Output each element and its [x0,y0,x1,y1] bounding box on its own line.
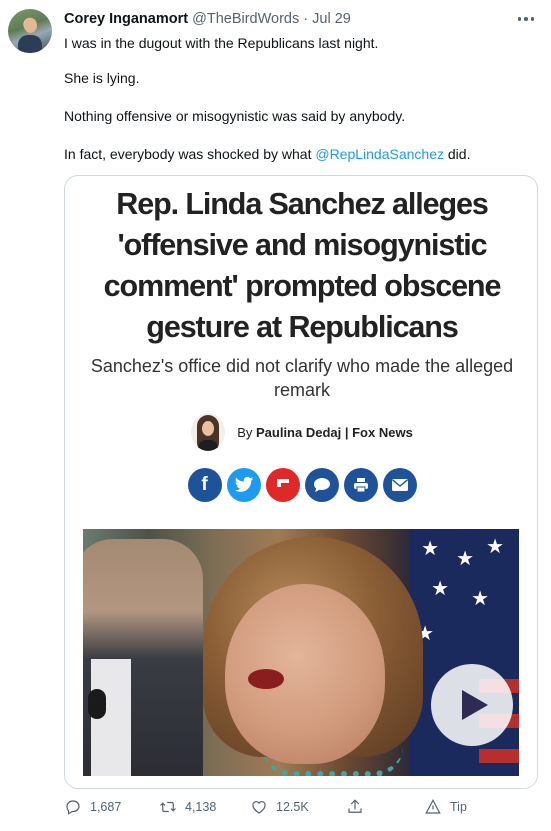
star-icon: ★ [456,548,474,570]
star-icon: ★ [431,578,449,600]
author-handle[interactable]: @TheBirdWords [192,11,299,27]
article-byline: By Paulina Dedaj | Fox News [65,412,537,452]
byline-text: By Paulina Dedaj | Fox News [237,425,413,440]
tweet-text-line-1: I was in the dugout with the Republicans… [64,35,379,51]
retweet-button[interactable]: 4,138 [159,798,216,816]
flag-stripe [479,749,519,763]
reply-count: 1,687 [90,800,122,814]
flipboard-icon [265,468,300,502]
share-icon [348,799,362,813]
byline-prefix: By [237,424,256,440]
facebook-glyph: f [201,474,208,495]
facebook-icon: f [187,468,222,502]
headline-line: Rep. Linda Sanchez alleges [116,187,489,221]
avatar-head [24,18,37,33]
star-icon: ★ [486,536,504,558]
photo-subject-mouth [248,669,284,689]
email-icon [382,468,417,502]
mention-link[interactable]: @RepLindaSanchez [315,146,444,162]
tip-label: Tip [450,800,467,814]
like-count: 12.5K [276,800,309,814]
play-button[interactable] [431,664,513,746]
tweet-text-suffix: did. [444,146,471,162]
header-separator: · [303,11,309,27]
article-video-thumbnail[interactable]: ★ ★ ★ ★ ★ ★ [83,529,519,776]
avatar-body [18,35,42,53]
tweet-text-prefix: In fact, everybody was shocked by what [64,146,316,162]
flipboard-glyph [276,479,289,487]
reply-icon [66,800,80,815]
tweet-text-line-3: Nothing offensive or misogynistic was sa… [64,108,406,124]
more-dot-icon [524,17,528,21]
share-button[interactable] [346,798,364,816]
play-icon [462,690,488,720]
author-name[interactable]: Corey Inganamort [64,11,188,27]
subhead-line: Sanchez's office did not clarify who mad… [90,356,514,376]
email-glyph [391,479,408,491]
retweet-count: 4,138 [185,800,217,814]
reply-button[interactable]: 1,687 [64,798,121,816]
article-headline: Rep. Linda Sanchez alleges 'offensive an… [65,184,537,348]
twitter-icon [226,468,261,502]
like-button[interactable]: 12.5K [250,798,309,816]
tweet-header: Corey Inganamort @TheBirdWords · Jul 29 [64,11,351,27]
heart-icon [252,801,266,814]
tweet-text-line-4: In fact, everybody was shocked by what @… [64,146,470,162]
photo-subject-necklace [263,747,403,776]
tweet-date[interactable]: Jul 29 [312,11,351,27]
tip-icon [425,798,441,814]
retweet-icon [160,801,176,813]
headline-line: gesture at Republicans [146,310,458,344]
photo-microphone [88,689,106,719]
tip-button[interactable]: Tip [424,798,467,816]
author-photo-shirt [198,440,219,451]
twitter-glyph [234,476,253,492]
more-options-button[interactable] [515,12,537,26]
comment-glyph [313,478,330,492]
author-avatar[interactable] [8,9,52,53]
byline-separator: | [341,424,353,440]
print-glyph [353,478,368,493]
star-icon: ★ [471,588,489,610]
print-icon [343,468,378,502]
more-dot-icon [530,17,535,21]
author-photo [191,413,226,451]
headline-line: 'offensive and misogynistic [117,228,487,262]
comment-icon [304,468,339,502]
tweet-text-line-2: She is lying. [64,70,140,86]
photo-background-person [83,539,203,776]
byline-outlet: Fox News [352,424,413,440]
article-subhead: Sanchez's office did not clarify who mad… [65,354,537,402]
share-buttons: f [65,468,537,502]
byline-author: Paulina Dedaj [255,424,342,440]
subhead-line: remark [273,380,330,400]
tweet: Corey Inganamort @TheBirdWords · Jul 29 … [0,0,551,831]
headline-line: comment' prompted obscene [103,269,502,303]
tweet-actions: 1,687 4,138 12.5K Tip [64,798,484,822]
star-icon: ★ [421,538,439,560]
media-card[interactable]: Rep. Linda Sanchez alleges 'offensive an… [64,175,538,789]
more-dot-icon [517,17,522,21]
